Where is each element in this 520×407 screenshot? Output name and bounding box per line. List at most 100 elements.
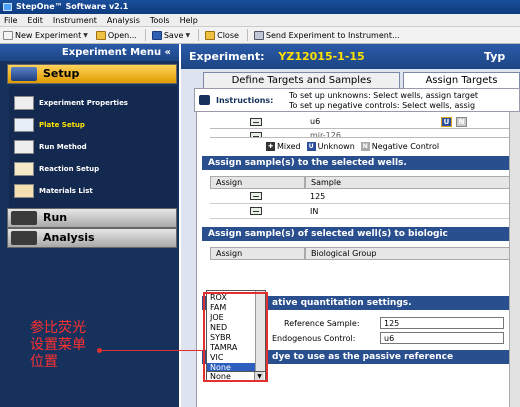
mixed-icon: ✚ [266, 141, 275, 151]
send-to-instrument-button[interactable]: Send Experiment to Instrument... [253, 30, 400, 40]
setup-label: Setup [43, 67, 80, 80]
column-header-sample: Sample [305, 176, 510, 189]
menu-reaction-setup[interactable]: Reaction Setup [9, 162, 169, 182]
menu-materials-list[interactable]: Materials List [9, 184, 169, 204]
assign-samples-header: Assign sample(s) to the selected wells. [202, 156, 520, 170]
analysis-icon [11, 231, 37, 245]
open-label: Open... [107, 30, 137, 40]
target-name: u6 [310, 117, 321, 126]
toolbar-divider [144, 29, 146, 41]
send-instrument-icon [253, 30, 264, 40]
sample-name: IN [310, 207, 319, 216]
target-row[interactable]: mir-126 [210, 130, 510, 138]
close-label: Close [217, 30, 239, 40]
new-document-icon [3, 30, 13, 40]
column-header-assign: Assign [210, 176, 305, 189]
menu-experiment-properties[interactable]: Experiment Properties [9, 96, 169, 116]
column-header-assign: Assign [210, 247, 305, 260]
menu-file[interactable]: File [4, 16, 17, 25]
legend-unknown: Unknown [317, 141, 355, 151]
task-legend: ✚ Mixed U Unknown N Negative Control [260, 140, 439, 152]
save-button[interactable]: Save ▼ [151, 30, 191, 40]
analysis-label: Analysis [43, 231, 95, 244]
close-folder-icon [205, 30, 216, 40]
floppy-disk-icon [151, 30, 162, 40]
experiment-menu-header[interactable]: Experiment Menu « [0, 44, 179, 61]
assign-toggle[interactable] [250, 192, 262, 200]
assign-bio-group-header: Assign sample(s) of selected well(s) to … [202, 227, 520, 241]
reaction-tube-icon [14, 162, 34, 176]
assign-toggle[interactable] [250, 118, 262, 126]
menu-help[interactable]: Help [180, 16, 198, 25]
instructions-panel: Instructions: To set up unknowns: Select… [194, 88, 520, 112]
annotation-highlight-box [203, 292, 268, 382]
reference-sample-select[interactable]: 125 [380, 317, 504, 329]
unknown-icon: U [306, 141, 316, 151]
new-experiment-label: New Experiment [15, 30, 82, 40]
sample-row[interactable]: IN [210, 204, 510, 219]
menu-instrument[interactable]: Instrument [53, 16, 97, 25]
toolbar-divider [246, 29, 248, 41]
folder-icon [95, 30, 106, 40]
send-label: Send Experiment to Instrument... [265, 30, 400, 40]
analysis-button[interactable]: Analysis [7, 228, 177, 248]
toolbar-divider [198, 29, 200, 41]
content-scrollbar[interactable] [509, 112, 520, 407]
plate-setup-label: Plate Setup [39, 121, 85, 129]
menu-run-method[interactable]: Run Method [9, 140, 169, 160]
assign-toggle[interactable] [250, 207, 262, 215]
reaction-setup-label: Reaction Setup [39, 165, 100, 173]
menu-plate-setup[interactable]: Plate Setup [9, 118, 169, 138]
menu-tools[interactable]: Tools [150, 16, 170, 25]
legend-negative: Negative Control [371, 141, 440, 151]
window-title-bar: StepOne™ Software v2.1 [0, 0, 520, 14]
experiment-properties-label: Experiment Properties [39, 99, 128, 107]
setup-icon [11, 67, 37, 81]
new-experiment-button[interactable]: New Experiment ▼ [3, 30, 88, 40]
negative-task-icon[interactable]: N [456, 117, 467, 127]
assign-toggle[interactable] [250, 132, 262, 137]
endogenous-control-select[interactable]: u6 [380, 332, 504, 344]
instruction-line: To set up negative controls: Select well… [289, 101, 476, 110]
run-label: Run [43, 211, 68, 224]
reference-sample-label: Reference Sample: [284, 319, 360, 328]
endogenous-control-label: Endogenous Control: [272, 334, 356, 343]
experiment-type-label: Typ [484, 50, 506, 63]
instruction-line: To set up unknowns: Select wells, assign… [289, 91, 479, 100]
sample-row[interactable]: 125 [210, 189, 510, 204]
menu-edit[interactable]: Edit [27, 16, 43, 25]
run-icon [11, 211, 37, 225]
app-icon [3, 3, 12, 11]
tab-define-targets[interactable]: Define Targets and Samples [203, 72, 400, 88]
annotation-text: 参比荧光设置菜单位置 [30, 320, 86, 370]
unknown-task-icon[interactable]: U [441, 117, 452, 127]
legend-mixed: Mixed [277, 141, 301, 151]
menu-bar: File Edit Instrument Analysis Tools Help [0, 14, 520, 27]
negative-icon: N [360, 141, 370, 151]
close-button[interactable]: Close [205, 30, 239, 40]
window-title: StepOne™ Software v2.1 [16, 2, 129, 11]
run-method-icon [14, 140, 34, 154]
annotation-pointer-line [98, 350, 204, 351]
target-name: mir-126 [310, 131, 341, 138]
info-icon [199, 95, 210, 105]
open-button[interactable]: Open... [95, 30, 137, 40]
tab-assign-targets[interactable]: Assign Targets [403, 72, 520, 88]
properties-icon [14, 96, 34, 110]
target-row[interactable]: u6 U N [210, 116, 510, 129]
experiment-name: YZ12015-1-15 [278, 50, 365, 63]
save-label: Save [163, 30, 184, 40]
sample-name: 125 [310, 192, 326, 201]
materials-icon [14, 184, 34, 198]
materials-list-label: Materials List [39, 187, 93, 195]
menu-analysis[interactable]: Analysis [107, 16, 140, 25]
experiment-label: Experiment: [189, 50, 265, 63]
experiment-header: Experiment: YZ12015-1-15 Typ [181, 44, 520, 69]
run-button[interactable]: Run [7, 208, 177, 228]
chevron-down-icon: ▼ [185, 31, 191, 39]
setup-button[interactable]: Setup [7, 64, 177, 84]
run-method-label: Run Method [39, 143, 87, 151]
instructions-label: Instructions: [216, 96, 274, 105]
plate-icon [14, 118, 34, 132]
toolbar: New Experiment ▼ Open... Save ▼ Close Se… [0, 27, 520, 44]
